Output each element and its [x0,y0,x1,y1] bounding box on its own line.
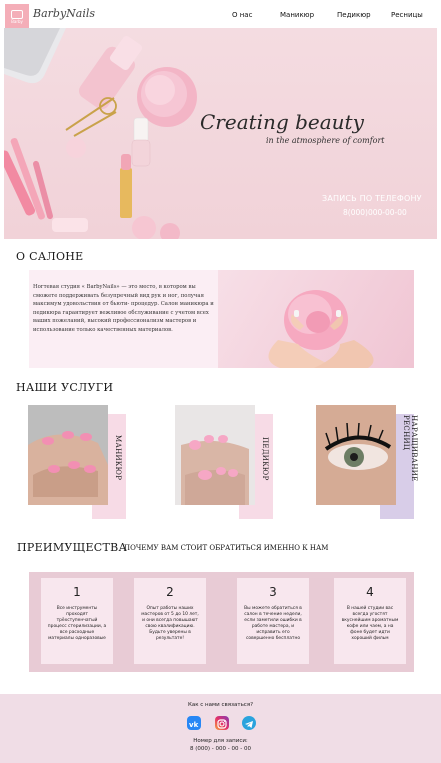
service-pedicure[interactable]: ПЕДИКЮР [175,405,273,519]
instagram-icon[interactable] [215,716,229,730]
nav-manicure[interactable]: Маникюр [280,11,314,19]
service-pedicure-label: ПЕДИКЮР [261,437,269,481]
advantage-card: 2 Опыт работы наших мастеров от 5 до 10 … [134,578,206,664]
logo-mark-icon [11,9,23,19]
nav-lashes[interactable]: Ресницы [391,11,423,19]
service-manicure-label: МАНИКЮР [114,435,122,481]
advantage-number: 3 [269,585,277,599]
advantage-card: 1 Все инструменты проходят трёхступенчат… [41,578,113,664]
hero-subtitle: in the atmosphere of comfort [266,136,385,145]
advantage-text: Все инструменты проходят трёхступенчатый… [47,606,107,641]
advantage-number: 4 [366,585,374,599]
advantage-card: 4 В нашей студии вас всегда угостят вкус… [334,578,406,664]
brand-name[interactable]: BarbyNails [33,7,95,20]
svg-text:vk: vk [189,721,199,729]
about-title: О САЛОНЕ [16,250,84,263]
service-manicure-image [28,405,108,505]
advantages-subtitle: ПОЧЕМУ ВАМ СТОИТ ОБРАТИТЬСЯ ИМЕННО К НАМ [124,544,329,552]
nav-about[interactable]: О нас [232,11,252,19]
advantages-title: ПРЕИМУЩЕСТВА [17,541,128,554]
vk-icon[interactable]: vk [187,716,201,730]
service-lashes-label: НАРАЩИВАНИЕ РЕСНИЦ [402,415,418,482]
hero-banner: Creating beauty in the atmosphere of com… [4,28,437,239]
about-image [218,270,414,368]
advantage-number: 2 [166,585,174,599]
hero-title: Creating beauty [200,110,364,134]
advantage-text: В нашей студии вас всегда угостят вкусне… [341,606,399,641]
logo-text: Barby [11,18,23,24]
services-title: НАШИ УСЛУГИ [16,381,114,394]
about-text: Ногтевая студия « BarbyNails» — это мест… [33,284,214,333]
service-lashes-image [316,405,396,505]
header: Barby BarbyNails О нас Маникюр Педикюр Р… [0,0,441,28]
advantage-text: Опыт работы наших мастеров от 5 до 10 ле… [141,606,199,641]
contact-question: Как с нами связаться? [187,702,254,708]
booking-label: Номер для записи: [193,738,248,744]
advantage-text: Вы можете обратиться в салон в течение н… [244,606,302,641]
page: Barby BarbyNails О нас Маникюр Педикюр Р… [0,0,441,763]
telegram-icon[interactable] [242,716,256,730]
advantage-card: 3 Вы можете обратиться в салон в течение… [237,578,309,664]
hero-phone[interactable]: 8(000)000-00-00 [343,208,407,217]
hero-phone-label: ЗАПИСЬ ПО ТЕЛЕФОНУ [322,194,422,203]
footer-phone[interactable]: 8 (000) - 000 - 00 - 00 [0,746,441,752]
service-manicure[interactable]: МАНИКЮР [28,405,126,519]
advantage-number: 1 [73,585,81,599]
service-lashes[interactable]: НАРАЩИВАНИЕ РЕСНИЦ [316,405,418,519]
logo[interactable]: Barby [5,4,29,28]
service-pedicure-image [175,405,255,505]
nav-pedicure[interactable]: Педикюр [337,11,371,19]
